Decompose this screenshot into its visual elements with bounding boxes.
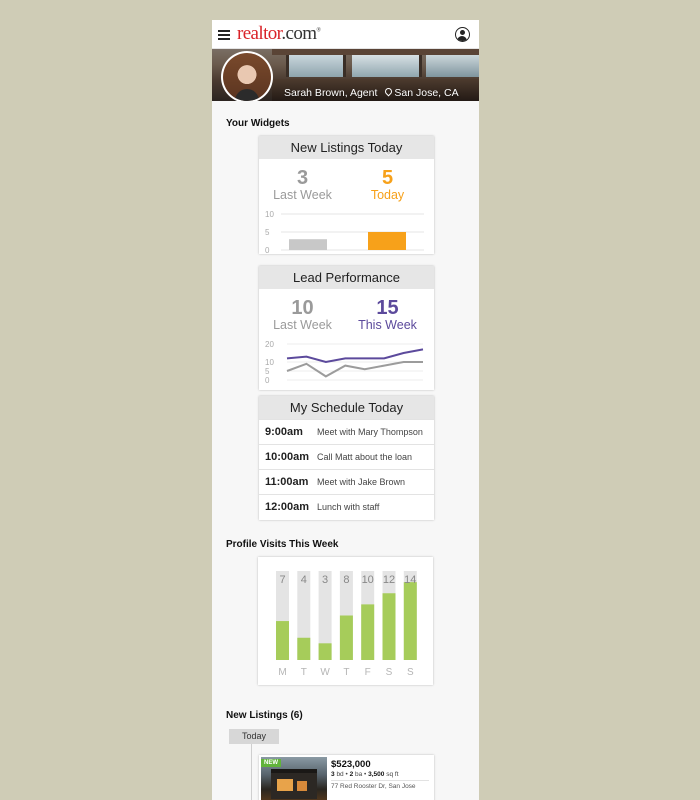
y-tick-label: 5 [265, 367, 270, 376]
y-tick-label: 10 [265, 210, 274, 219]
x-tick-label: S [407, 667, 414, 678]
agent-name: Sarah Brown, Agent [284, 87, 378, 99]
data-label: 4 [301, 574, 307, 586]
new-listings-today-label: Today [370, 188, 405, 202]
hamburger-menu-icon[interactable] [218, 30, 230, 40]
x-tick-label: F [365, 667, 371, 678]
bar-visits [403, 582, 417, 660]
listing-card[interactable]: NEW $523,000 3 bd • 2 ba • 3,500 sq ft 7… [259, 755, 434, 800]
schedule-widget-title: My Schedule Today [259, 396, 434, 419]
listing-baths: 2 [349, 771, 354, 778]
lead-performance-widget[interactable]: Lead Performance 10 Last Week 15 This We… [259, 266, 434, 390]
schedule-item[interactable]: 9:00am Meet with Mary Thompson [259, 419, 434, 444]
listing-beds-unit: bd [336, 771, 344, 778]
schedule-item[interactable]: 12:00am Lunch with staff [259, 494, 434, 519]
bar-visits [297, 637, 311, 660]
leads-last-week-value: 10 [291, 297, 314, 319]
schedule-desc: Meet with Mary Thompson [317, 427, 423, 437]
x-tick-label: S [386, 667, 393, 678]
top-bar: realtor.com® [212, 20, 479, 49]
data-label: 14 [404, 574, 416, 586]
schedule-desc: Lunch with staff [317, 502, 380, 512]
y-tick-label: 0 [265, 376, 270, 385]
schedule-item[interactable]: 11:00am Meet with Jake Brown [259, 469, 434, 494]
phone-screen: realtor.com® Sarah Brown, Agent San Jose,… [212, 20, 479, 800]
schedule-time: 9:00am [265, 426, 303, 438]
leads-this-week-value: 15 [376, 297, 399, 319]
leads-last-week: 10 Last Week [259, 298, 346, 332]
realtor-logo[interactable]: realtor.com® [237, 23, 321, 45]
bar-last-week [289, 239, 327, 250]
x-tick-label: T [343, 667, 349, 678]
new-listings-chart: 0 5 10 [265, 210, 424, 254]
y-tick-label: 20 [265, 340, 274, 349]
timeline-line [251, 744, 252, 800]
series-line-last-week [286, 361, 423, 378]
leads-this-week: 15 This Week [344, 298, 431, 332]
bar-visits [276, 621, 289, 660]
new-listings-widget[interactable]: New Listings Today 3 Last Week 5 Today 0… [259, 136, 434, 254]
x-tick-label: T [301, 667, 307, 678]
new-listings-widget-title: New Listings Today [259, 136, 434, 159]
series-line-this-week [286, 348, 424, 364]
agent-avatar[interactable] [221, 51, 273, 101]
schedule-widget[interactable]: My Schedule Today 9:00am Meet with Mary … [259, 396, 434, 520]
x-tick-label: W [320, 667, 330, 678]
location-pin-icon [385, 88, 392, 97]
schedule-time: 12:00am [265, 501, 310, 513]
new-badge: NEW [261, 759, 281, 767]
agent-location: San Jose, CA [394, 87, 459, 99]
y-tick-label: 5 [265, 228, 270, 237]
bar-visits [339, 615, 353, 660]
schedule-time: 11:00am [265, 476, 309, 488]
x-tick-label: M [278, 667, 286, 678]
schedule-desc: Call Matt about the loan [317, 452, 413, 462]
data-label: 8 [343, 574, 349, 586]
data-label: 10 [362, 574, 374, 586]
logo-registered-mark: ® [316, 27, 321, 34]
bar-today [368, 232, 406, 250]
agent-info: Sarah Brown, Agent San Jose, CA [284, 87, 459, 99]
leads-last-week-label: Last Week [273, 318, 332, 332]
listing-address: 77 Red Rooster Dr, San Jose [331, 783, 416, 790]
data-label: 7 [279, 574, 285, 586]
new-listings-last-week-label: Last Week [273, 188, 332, 202]
listing-sqft: 3,500 [368, 771, 385, 778]
leads-this-week-label: This Week [358, 318, 417, 332]
new-listings-last-week: 3 Last Week [259, 168, 346, 202]
listing-baths-unit: ba [355, 771, 363, 778]
schedule-desc: Meet with Jake Brown [317, 477, 406, 487]
your-widgets-title: Your Widgets [226, 118, 290, 129]
listing-photo[interactable]: NEW [261, 757, 327, 800]
profile-visits-chart: 7 M 4 T 3 W 8 T 10 F 12 S 14 S [276, 571, 417, 678]
listing-price: $523,000 [331, 759, 371, 770]
schedule-time: 10:00am [265, 451, 310, 463]
bar-visits [382, 593, 396, 660]
y-tick-label: 0 [265, 246, 270, 254]
lead-performance-chart: 0510 20 [265, 340, 424, 385]
user-account-icon[interactable] [455, 27, 470, 42]
schedule-item[interactable]: 10:00am Call Matt about the loan [259, 444, 434, 469]
new-listings-today-value: 5 [381, 167, 394, 189]
logo-dark-text: .com [281, 23, 317, 44]
listing-specs: 3 bd • 2 ba • 3,500 sq ft [331, 771, 399, 778]
data-label: 3 [322, 574, 328, 586]
bar-visits [361, 604, 375, 660]
logo-red-text: realtor [237, 23, 282, 44]
profile-visits-widget[interactable]: 7 M 4 T 3 W 8 T 10 F 12 S 14 S [258, 557, 433, 685]
listing-beds: 3 [331, 771, 335, 778]
new-listings-last-week-value: 3 [296, 167, 309, 189]
tab-today[interactable]: Today [229, 729, 279, 744]
y-tick-label: 10 [265, 358, 274, 367]
new-listings-today: 5 Today [344, 168, 431, 202]
listing-sqft-unit: sq ft [386, 771, 399, 778]
lead-performance-widget-title: Lead Performance [259, 266, 434, 289]
agent-banner: Sarah Brown, Agent San Jose, CA [212, 49, 479, 101]
bar-visits [318, 643, 332, 660]
new-listings-section-title: New Listings (6) [226, 710, 303, 721]
data-label: 12 [383, 574, 395, 586]
profile-visits-title: Profile Visits This Week [226, 539, 339, 550]
